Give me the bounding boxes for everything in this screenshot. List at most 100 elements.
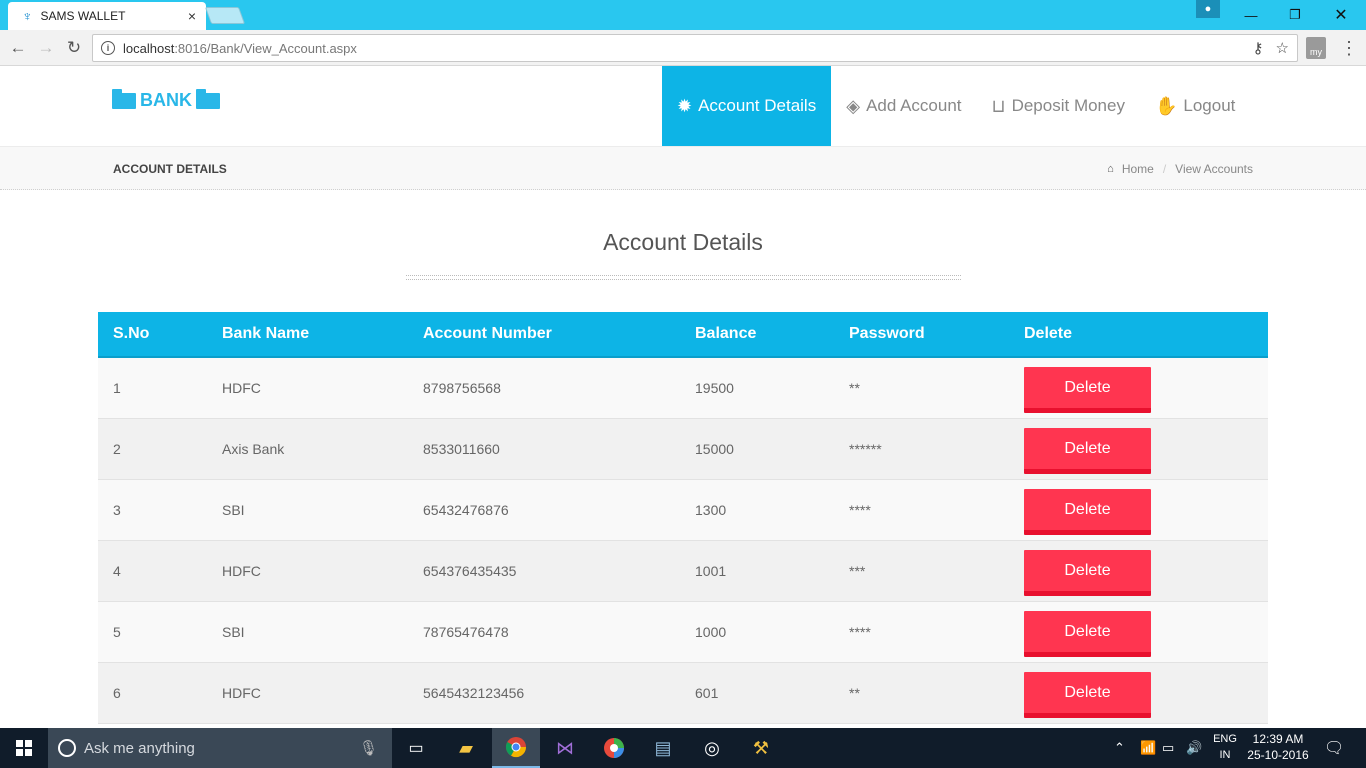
network-icon[interactable]: 📶: [1140, 728, 1156, 768]
restore-icon[interactable]: ❐: [1272, 0, 1318, 30]
extension-icon[interactable]: my: [1306, 37, 1326, 59]
row-balance: 1001: [695, 563, 727, 579]
row-balance: 19500: [695, 380, 734, 396]
row-bank-name: SBI: [222, 624, 245, 640]
address-bar[interactable]: i localhost:8016/Bank/View_Account.aspx …: [92, 34, 1298, 62]
row-account-number: 8798756568: [423, 380, 501, 396]
row-sno: 2: [113, 441, 121, 457]
windows-logo-icon: [16, 740, 32, 756]
row-password: ****: [849, 502, 871, 518]
delete-button[interactable]: Delete: [1024, 428, 1151, 474]
cog-icon: ✹: [677, 95, 693, 116]
row-password: ***: [849, 563, 866, 579]
row-balance: 601: [695, 685, 719, 701]
section-heading: Account Details: [603, 229, 763, 255]
windows-taskbar: Ask me anything 🎙 ▭ ▰ ⋈ ▤ ◎ ⚒ ⌃ 📶 ▭ 🔊 EN…: [0, 728, 1366, 768]
language-indicator[interactable]: ENG IN: [1210, 731, 1240, 763]
table-body: 1 HDFC 8798756568 19500 ** Delete 2 Axis Bank 85…: [98, 358, 1268, 724]
nav-account-details[interactable]: ✹ Account Details: [662, 66, 832, 146]
row-sno: 4: [113, 563, 121, 579]
delete-button[interactable]: Delete: [1024, 611, 1151, 657]
inbox-icon: ⊔: [991, 95, 1006, 116]
back-icon[interactable]: ←: [6, 36, 30, 60]
tab-close-icon[interactable]: ×: [188, 8, 196, 24]
notifications-icon[interactable]: 🗨: [1324, 728, 1344, 768]
clock[interactable]: 12:39 AM 25-10-2016: [1242, 731, 1314, 763]
nav-logout[interactable]: ✋ Logout: [1140, 66, 1250, 146]
browser-titlebar: ♆ SAMS WALLET × ● — ❐ ✕: [0, 0, 1366, 30]
site-header: BANK ✹ Account Details ◈ Add Account ⊔ D…: [0, 66, 1366, 146]
nav-add-account[interactable]: ◈ Add Account: [831, 66, 976, 146]
nav-label: Deposit Money: [1011, 96, 1125, 115]
nav-label: Account Details: [698, 96, 817, 115]
page-title: ACCOUNT DETAILS: [113, 162, 227, 176]
battery-icon[interactable]: ▭: [1162, 728, 1174, 768]
table-row: 1 HDFC 8798756568 19500 ** Delete: [98, 358, 1268, 419]
cortana-search[interactable]: Ask me anything 🎙: [48, 728, 392, 768]
profile-icon[interactable]: ●: [1196, 0, 1220, 18]
row-password: **: [849, 380, 860, 396]
search-placeholder: Ask me anything: [84, 739, 195, 757]
delete-button[interactable]: Delete: [1024, 367, 1151, 413]
clock-time: 12:39 AM: [1252, 732, 1304, 746]
forward-icon[interactable]: →: [34, 36, 58, 60]
hand-icon: ✋: [1154, 95, 1178, 116]
row-password: ******: [849, 441, 882, 457]
table-header: S.No Bank Name Account Number Balance Pa…: [98, 312, 1268, 358]
delete-button[interactable]: Delete: [1024, 550, 1151, 596]
menu-icon[interactable]: ⋮: [1340, 37, 1358, 59]
delete-button[interactable]: Delete: [1024, 672, 1151, 718]
row-bank-name: SBI: [222, 502, 245, 518]
row-password: ****: [849, 624, 871, 640]
tools-app-icon[interactable]: ⚒: [737, 728, 785, 768]
photos-app-icon[interactable]: [590, 728, 638, 768]
nav-deposit-money[interactable]: ⊔ Deposit Money: [977, 66, 1140, 146]
wallet-favicon-icon: ♆: [22, 8, 33, 24]
url-text: localhost:8016/Bank/View_Account.aspx: [123, 40, 357, 56]
row-bank-name: HDFC: [222, 685, 261, 701]
browser-toolbar: ← → ↻ i localhost:8016/Bank/View_Account…: [0, 30, 1366, 66]
microphone-icon[interactable]: 🎙: [359, 739, 378, 757]
tray-up-icon[interactable]: ⌃: [1114, 728, 1125, 768]
task-view-icon[interactable]: ▭: [392, 728, 440, 768]
delete-button[interactable]: Delete: [1024, 489, 1151, 535]
row-account-number: 8533011660: [423, 441, 500, 457]
row-balance: 15000: [695, 441, 734, 457]
row-account-number: 78765476478: [423, 624, 509, 640]
column-header: S.No: [113, 325, 150, 342]
clock-date: 25-10-2016: [1247, 748, 1309, 762]
breadcrumb: ⌂ Home / View Accounts: [1107, 162, 1253, 176]
region-code: IN: [1219, 749, 1231, 761]
info-icon[interactable]: i: [101, 41, 115, 55]
close-window-icon[interactable]: ✕: [1318, 0, 1364, 30]
visual-studio-icon[interactable]: ⋈: [541, 728, 589, 768]
row-bank-name: HDFC: [222, 380, 261, 396]
home-icon: ⌂: [1107, 163, 1114, 175]
table-row: 3 SBI 65432476876 1300 **** Delete: [98, 480, 1268, 541]
brand-logo[interactable]: BANK: [112, 88, 220, 111]
media-app-icon[interactable]: ◎: [688, 728, 736, 768]
column-header: Delete: [1024, 325, 1073, 342]
table-row: 2 Axis Bank 8533011660 15000 ****** Delete: [98, 419, 1268, 480]
breadcrumb-separator: /: [1162, 162, 1167, 176]
folder-icon: [196, 88, 220, 109]
volume-icon[interactable]: 🔊: [1186, 728, 1202, 768]
tab-title: SAMS WALLET: [40, 9, 126, 23]
key-icon[interactable]: ⚷: [1253, 39, 1264, 57]
cortana-icon: [58, 739, 76, 757]
accounts-table: S.No Bank Name Account Number Balance Pa…: [98, 312, 1268, 724]
table-row: 5 SBI 78765476478 1000 **** Delete: [98, 602, 1268, 663]
new-tab-button[interactable]: [204, 7, 246, 24]
file-explorer-icon[interactable]: ▰: [442, 728, 490, 768]
browser-tab[interactable]: ♆ SAMS WALLET ×: [8, 2, 206, 30]
row-balance: 1000: [695, 624, 727, 640]
row-account-number: 65432476876: [423, 502, 509, 518]
server-app-icon[interactable]: ▤: [639, 728, 687, 768]
start-button[interactable]: [0, 728, 48, 768]
bookmark-star-icon[interactable]: ☆: [1276, 39, 1289, 57]
breadcrumb-home-link[interactable]: Home: [1122, 162, 1154, 176]
minimize-icon[interactable]: —: [1228, 0, 1274, 30]
reload-icon[interactable]: ↻: [62, 36, 86, 60]
chrome-icon[interactable]: [492, 728, 540, 768]
column-header: Password: [849, 325, 925, 342]
